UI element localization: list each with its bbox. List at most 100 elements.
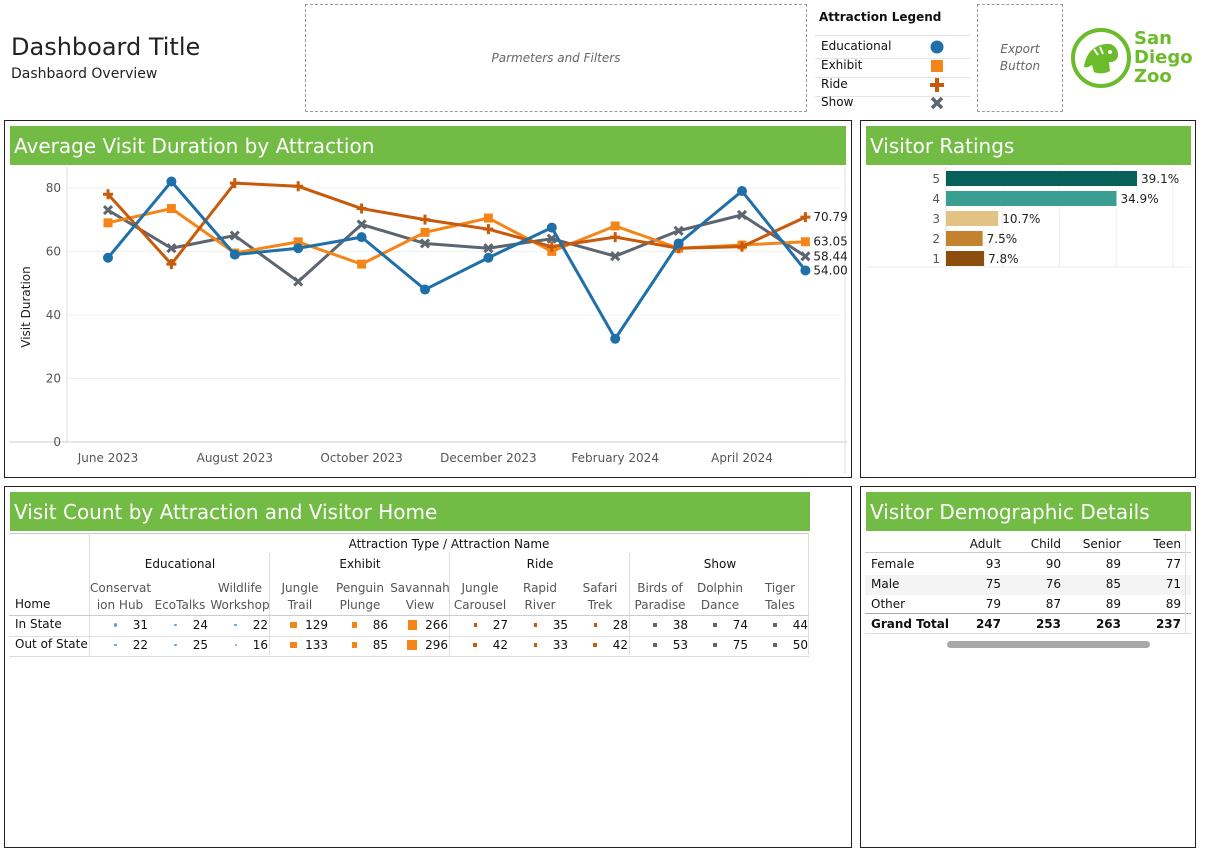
data-point-exhibit[interactable] bbox=[610, 221, 620, 231]
crosstab-mark[interactable] bbox=[713, 643, 717, 647]
attraction-name-header: Paradise bbox=[634, 598, 686, 612]
rating-bar[interactable] bbox=[946, 211, 999, 226]
data-point-exhibit[interactable] bbox=[420, 227, 430, 237]
data-point-educational[interactable] bbox=[356, 232, 367, 243]
data-point-educational[interactable] bbox=[229, 249, 240, 260]
data-point-educational[interactable] bbox=[293, 243, 304, 254]
data-point-educational[interactable] bbox=[800, 265, 811, 276]
dashboard-subtitle: Dashbaord Overview bbox=[11, 66, 158, 82]
panel-title: Average Visit Duration by Attraction bbox=[14, 133, 375, 158]
x-tick-label: August 2023 bbox=[197, 451, 273, 465]
crosstab-mark[interactable] bbox=[174, 623, 177, 627]
data-point-educational[interactable] bbox=[737, 186, 747, 197]
attraction-name-header: Trek bbox=[587, 598, 613, 612]
data-point-show[interactable] bbox=[293, 276, 304, 287]
data-point-exhibit[interactable] bbox=[166, 204, 176, 214]
export-button[interactable]: Export Button bbox=[977, 4, 1063, 112]
rating-bar[interactable] bbox=[946, 231, 983, 246]
demographic-value: 89 bbox=[1165, 597, 1181, 611]
demographic-column-header: Teen bbox=[1153, 537, 1181, 551]
crosstab-mark[interactable] bbox=[533, 623, 537, 627]
crosstab-value: 22 bbox=[132, 638, 148, 652]
rating-bar[interactable] bbox=[946, 251, 985, 266]
attraction-name-header: EcoTalks bbox=[154, 598, 206, 612]
rating-bar[interactable] bbox=[946, 191, 1117, 206]
data-point-ride[interactable] bbox=[356, 203, 367, 214]
data-point-exhibit[interactable] bbox=[483, 213, 493, 223]
demographic-row-label: Female bbox=[871, 557, 915, 571]
data-point-educational[interactable] bbox=[103, 252, 113, 263]
data-point-educational[interactable] bbox=[166, 176, 177, 187]
crosstab-mark[interactable] bbox=[114, 643, 117, 647]
data-point-educational[interactable] bbox=[610, 333, 621, 344]
visit-count-crosstab: Attraction Type / Attraction Name Home E… bbox=[9, 533, 809, 657]
horizontal-scrollbar[interactable] bbox=[947, 641, 1150, 648]
rating-category-label: 1 bbox=[932, 252, 940, 266]
crosstab-mark[interactable] bbox=[473, 643, 477, 647]
attraction-type-header: Exhibit bbox=[339, 557, 381, 571]
visit-duration-chart[interactable]: 0 20 40 60 80 Visit Duration June 2023 August 2… bbox=[9, 167, 847, 473]
crosstab-mark[interactable] bbox=[351, 622, 357, 628]
rating-category-label: 4 bbox=[932, 192, 940, 206]
crosstab-mark[interactable] bbox=[653, 623, 657, 627]
crosstab-mark[interactable] bbox=[174, 643, 177, 647]
visit-count-header: Visit Count by Attraction and Visitor Ho… bbox=[10, 492, 810, 531]
attraction-name-header: Savannah bbox=[390, 581, 450, 595]
data-point-ride[interactable] bbox=[420, 214, 430, 225]
crosstab-mark[interactable] bbox=[593, 623, 597, 627]
demographic-value: 71 bbox=[1165, 577, 1181, 591]
crosstab-value: 129 bbox=[305, 618, 328, 632]
data-point-educational[interactable] bbox=[483, 252, 494, 263]
parameters-filters-area[interactable]: Parmeters and Filters bbox=[305, 4, 807, 112]
data-point-ride[interactable] bbox=[483, 224, 494, 235]
demographics-header: Visitor Demographic Details bbox=[866, 492, 1191, 531]
crosstab-mark[interactable] bbox=[473, 623, 477, 627]
crosstab-mark[interactable] bbox=[234, 643, 237, 647]
legend-item-ride[interactable]: Ride bbox=[821, 76, 966, 94]
legend-label: Educational bbox=[821, 39, 892, 53]
data-point-ride[interactable] bbox=[800, 212, 811, 223]
crosstab-mark[interactable] bbox=[713, 623, 717, 627]
legend-divider bbox=[815, 35, 970, 36]
crosstab-mark[interactable] bbox=[290, 621, 297, 629]
data-point-exhibit[interactable] bbox=[800, 237, 810, 247]
crosstab-mark[interactable] bbox=[773, 623, 777, 627]
crosstab-mark[interactable] bbox=[351, 642, 357, 648]
crosstab-mark[interactable] bbox=[773, 643, 777, 647]
crosstab-mark[interactable] bbox=[290, 641, 297, 649]
data-point-show[interactable] bbox=[800, 251, 811, 262]
y-tick-label: 0 bbox=[53, 435, 61, 449]
demographic-value: 79 bbox=[985, 597, 1001, 611]
data-point-educational[interactable] bbox=[420, 284, 430, 295]
crosstab-mark[interactable] bbox=[234, 623, 237, 627]
legend-item-educational[interactable]: Educational bbox=[821, 38, 966, 56]
demographic-row-label: Other bbox=[871, 597, 906, 611]
dashboard-title: Dashboard Title bbox=[11, 33, 201, 61]
crosstab-mark[interactable] bbox=[593, 643, 597, 647]
crosstab-mark[interactable] bbox=[113, 623, 117, 627]
legend-item-show[interactable]: Show bbox=[821, 94, 966, 112]
legend-label: Exhibit bbox=[821, 58, 863, 72]
crosstab-mark[interactable] bbox=[533, 643, 537, 647]
crosstab-value: 42 bbox=[492, 638, 508, 652]
crosstab-mark[interactable] bbox=[407, 620, 417, 630]
table-right-border bbox=[1185, 533, 1186, 633]
rating-bar[interactable] bbox=[946, 171, 1137, 186]
data-point-educational[interactable] bbox=[673, 238, 684, 249]
data-point-educational[interactable] bbox=[546, 222, 557, 233]
legend-label: Ride bbox=[821, 77, 848, 91]
legend-title: Attraction Legend bbox=[819, 10, 942, 24]
data-point-ride[interactable] bbox=[293, 181, 304, 192]
visitor-ratings-chart[interactable]: 5 39.1% 4 34.9% 3 10.7% 2 7.5% 1 7.8% bbox=[866, 167, 1191, 271]
crosstab-value: 50 bbox=[792, 638, 808, 652]
visitor-ratings-header: Visitor Ratings bbox=[866, 126, 1191, 165]
data-point-exhibit[interactable] bbox=[103, 218, 113, 228]
crosstab-mark[interactable] bbox=[407, 640, 417, 650]
total-divider bbox=[865, 613, 1191, 614]
crosstab-mark[interactable] bbox=[653, 643, 657, 647]
export-label-line1: Export bbox=[1000, 42, 1040, 56]
panel-title: Visitor Demographic Details bbox=[870, 499, 1150, 524]
legend-item-exhibit[interactable]: Exhibit bbox=[821, 57, 966, 75]
data-point-ride[interactable] bbox=[610, 232, 621, 243]
data-point-exhibit[interactable] bbox=[357, 259, 367, 269]
